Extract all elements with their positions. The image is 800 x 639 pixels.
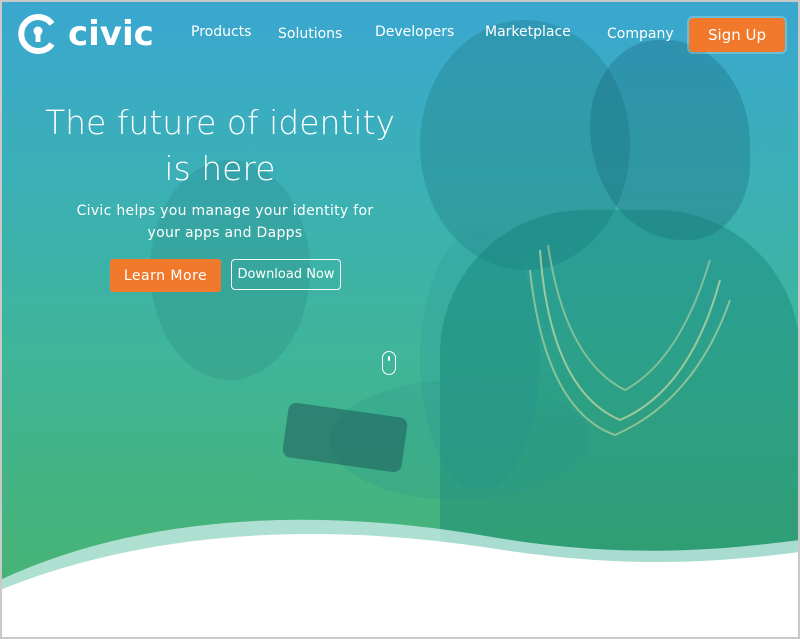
mouse-scroll-icon[interactable]	[382, 351, 396, 375]
hero-headline: The future of identity is here	[40, 100, 400, 192]
sign-up-button[interactable]: Sign Up	[689, 18, 785, 52]
civic-logo-text: civic	[68, 14, 154, 54]
hero-subhead-line-1: Civic helps you manage your identity for	[76, 203, 374, 219]
learn-more-button[interactable]: Learn More	[110, 259, 221, 292]
nav-products[interactable]: Products	[191, 24, 251, 40]
nav-marketplace[interactable]: Marketplace	[485, 24, 571, 40]
hero-headline-line-1: The future of identity	[44, 103, 396, 142]
download-now-button[interactable]: Download Now	[231, 259, 341, 290]
hero-subhead: Civic helps you manage your identity for…	[60, 200, 390, 244]
nav-company[interactable]: Company	[607, 26, 674, 42]
nav-developers[interactable]: Developers	[375, 24, 454, 40]
hero-subhead-line-2: your apps and Dapps	[147, 225, 303, 241]
nav-solutions[interactable]: Solutions	[278, 26, 342, 42]
hero-section: civic Products Solutions Developers Mark…	[0, 0, 800, 639]
civic-logo[interactable]: civic	[16, 12, 154, 56]
bottom-wave	[0, 519, 800, 639]
necklace-image	[529, 244, 731, 437]
civic-logo-icon	[18, 14, 55, 54]
hero-headline-line-2: is here	[164, 149, 276, 188]
